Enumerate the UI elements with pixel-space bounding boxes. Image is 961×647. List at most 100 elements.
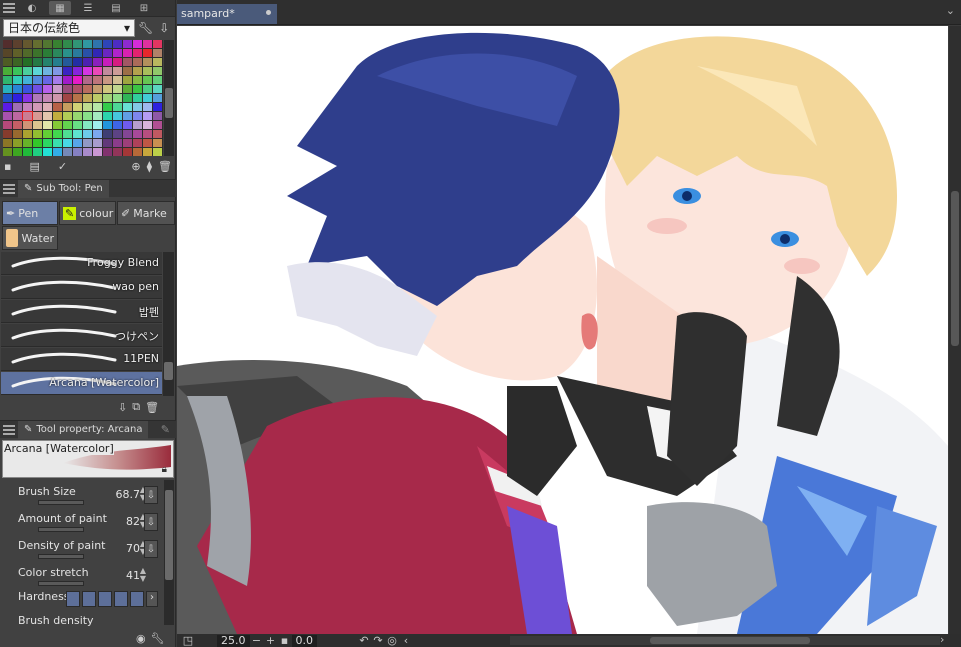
color-swatch[interactable]: [13, 139, 22, 147]
color-swatch[interactable]: [3, 139, 12, 147]
color-swatch[interactable]: [113, 112, 122, 120]
color-swatch[interactable]: [133, 85, 142, 93]
color-swatch[interactable]: [113, 58, 122, 66]
color-swatch[interactable]: [53, 67, 62, 75]
color-swatch[interactable]: [133, 112, 142, 120]
color-swatch[interactable]: [103, 130, 112, 138]
color-swatch[interactable]: [103, 94, 112, 102]
color-swatch[interactable]: [143, 103, 152, 111]
color-swatch[interactable]: [3, 76, 12, 84]
color-swatch[interactable]: [103, 58, 112, 66]
color-swatch[interactable]: [153, 49, 162, 57]
color-swatch[interactable]: [13, 67, 22, 75]
color-set-tab-icon[interactable]: ▦: [49, 1, 71, 15]
color-swatch[interactable]: [53, 139, 62, 147]
brush-item[interactable]: 밥펜: [1, 300, 162, 323]
color-swatch[interactable]: [153, 139, 162, 147]
property-slider[interactable]: [38, 554, 84, 559]
color-swatch[interactable]: [53, 85, 62, 93]
color-swatch[interactable]: [53, 148, 62, 156]
color-swatch[interactable]: [23, 76, 32, 84]
lock-icon[interactable]: 🔒︎: [162, 464, 167, 475]
color-swatch[interactable]: [43, 112, 52, 120]
group-water[interactable]: Water: [2, 226, 58, 250]
color-swatch[interactable]: [83, 76, 92, 84]
color-swatch[interactable]: [143, 130, 152, 138]
color-swatch[interactable]: [133, 103, 142, 111]
brush-list-scrollbar[interactable]: [163, 252, 174, 396]
color-swatch[interactable]: [133, 121, 142, 129]
canvas-vscroll-thumb[interactable]: [951, 191, 959, 346]
color-slider-tab-icon[interactable]: ☰: [77, 1, 99, 15]
list-view-icon[interactable]: ▤: [29, 160, 39, 173]
intermediate-color-tab-icon[interactable]: ▤: [105, 1, 127, 15]
color-swatch[interactable]: [143, 148, 152, 156]
color-swatch[interactable]: [3, 67, 12, 75]
color-swatch[interactable]: [83, 67, 92, 75]
hardness-step[interactable]: [114, 591, 128, 607]
eyedropper-icon[interactable]: ⧫: [147, 160, 152, 173]
tool-property-tab[interactable]: ✎ Tool property: Arcana: [18, 420, 149, 439]
color-swatch[interactable]: [13, 130, 22, 138]
color-swatch[interactable]: [143, 139, 152, 147]
duplicate-icon[interactable]: ⧉: [132, 400, 140, 414]
chevron-left-icon[interactable]: ‹: [399, 634, 413, 647]
color-swatch[interactable]: [143, 67, 152, 75]
pressure-settings-icon[interactable]: ⇩: [144, 486, 158, 504]
color-swatch[interactable]: [43, 67, 52, 75]
color-swatch[interactable]: [23, 58, 32, 66]
color-swatch[interactable]: [103, 40, 112, 48]
check-icon[interactable]: ✓: [58, 160, 67, 173]
color-swatch[interactable]: [123, 94, 132, 102]
color-swatch[interactable]: [93, 58, 102, 66]
navigator-icon[interactable]: ◳: [181, 634, 195, 647]
color-swatch[interactable]: [123, 49, 132, 57]
color-swatch[interactable]: [53, 130, 62, 138]
color-swatch[interactable]: [33, 139, 42, 147]
brush-item[interactable]: wao pen: [1, 276, 162, 299]
color-swatch[interactable]: [73, 49, 82, 57]
color-swatch[interactable]: [23, 148, 32, 156]
color-swatch[interactable]: [63, 76, 72, 84]
color-swatch[interactable]: [153, 94, 162, 102]
canvas-hscroll-thumb[interactable]: [650, 637, 810, 644]
color-swatch[interactable]: [83, 103, 92, 111]
zoom-in-icon[interactable]: +: [264, 634, 278, 647]
rotate-left-icon[interactable]: ↶: [357, 634, 371, 647]
color-swatch[interactable]: [113, 130, 122, 138]
color-palette[interactable]: [3, 40, 163, 156]
color-swatch[interactable]: [133, 58, 142, 66]
color-swatch[interactable]: [73, 148, 82, 156]
color-swatch[interactable]: [43, 85, 52, 93]
color-swatch[interactable]: [103, 139, 112, 147]
color-swatch[interactable]: [43, 94, 52, 102]
color-swatch[interactable]: [93, 94, 102, 102]
color-swatch[interactable]: [143, 121, 152, 129]
color-swatch[interactable]: [53, 76, 62, 84]
color-swatch[interactable]: [53, 49, 62, 57]
color-swatch[interactable]: [53, 121, 62, 129]
color-swatch[interactable]: [113, 139, 122, 147]
color-swatch[interactable]: [53, 112, 62, 120]
property-value[interactable]: 68.7: [116, 488, 141, 501]
color-swatch[interactable]: [3, 112, 12, 120]
color-swatch[interactable]: [43, 103, 52, 111]
color-swatch[interactable]: [63, 58, 72, 66]
menu-icon[interactable]: [3, 424, 15, 435]
color-swatch[interactable]: [143, 94, 152, 102]
color-swatch[interactable]: [123, 40, 132, 48]
color-swatch[interactable]: [93, 49, 102, 57]
color-swatch[interactable]: [153, 85, 162, 93]
color-swatch[interactable]: [123, 67, 132, 75]
color-swatch[interactable]: [103, 67, 112, 75]
color-swatch[interactable]: [23, 130, 32, 138]
color-swatch[interactable]: [73, 67, 82, 75]
color-swatch[interactable]: [83, 121, 92, 129]
compass-icon[interactable]: ◉: [136, 632, 146, 645]
color-swatch[interactable]: [3, 49, 12, 57]
color-swatch[interactable]: [83, 112, 92, 120]
color-swatch[interactable]: [63, 94, 72, 102]
color-swatch[interactable]: [33, 76, 42, 84]
color-swatch[interactable]: [123, 76, 132, 84]
color-swatch[interactable]: [73, 121, 82, 129]
